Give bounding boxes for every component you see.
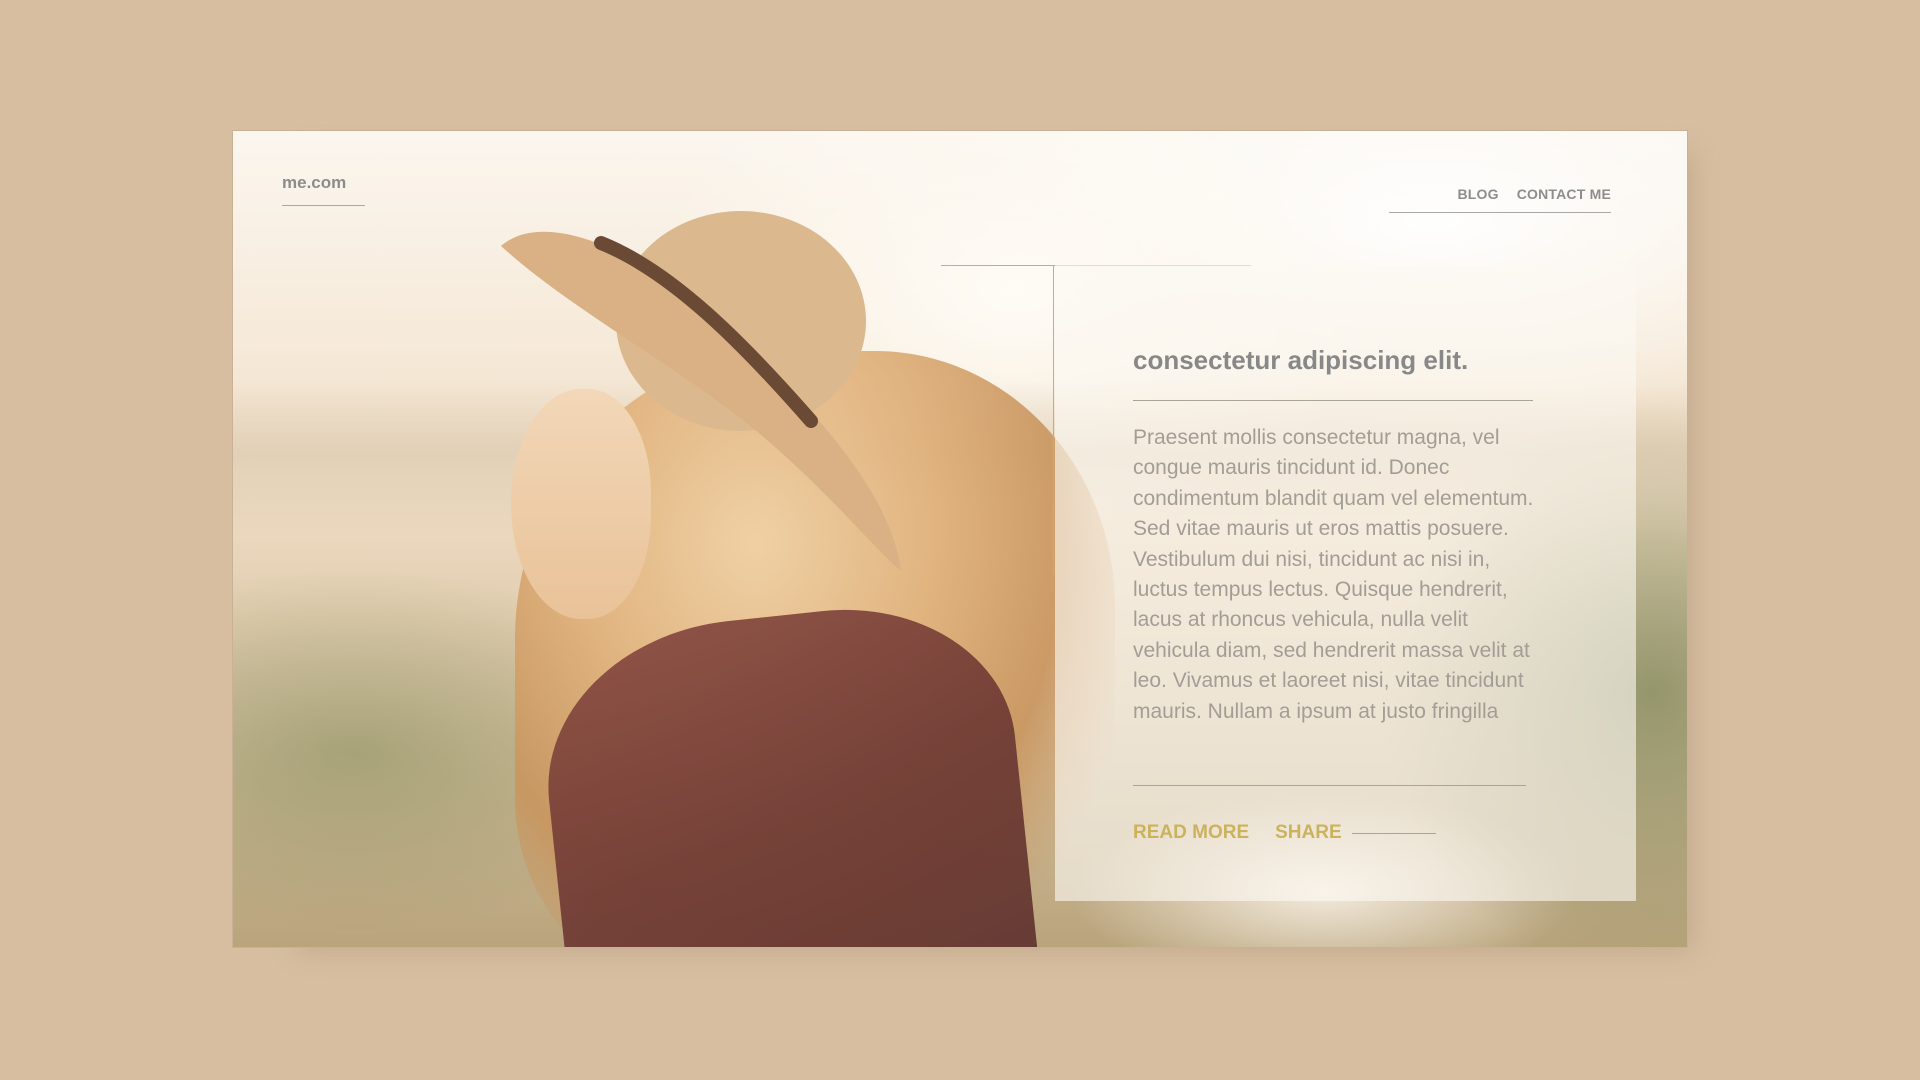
hero-card: me.com BLOG CONTACT ME consectetur adipi…: [232, 130, 1688, 948]
hat-illustration: [501, 211, 901, 571]
nav-blog-link[interactable]: BLOG: [1457, 186, 1498, 202]
article-body: Praesent mollis consectetur magna, vel c…: [1133, 426, 1534, 723]
share-link[interactable]: SHARE: [1275, 822, 1342, 844]
share-group: SHARE: [1275, 822, 1436, 844]
page: me.com BLOG CONTACT ME consectetur adipi…: [0, 0, 1920, 1080]
article-title: consectetur adipiscing elit.: [1133, 345, 1533, 401]
article-divider: [1133, 785, 1526, 786]
decorative-line-vertical: [1053, 265, 1054, 575]
share-underline: [1351, 832, 1436, 834]
read-more-link[interactable]: READ MORE: [1133, 822, 1249, 844]
article-actions: READ MORE SHARE: [1133, 822, 1436, 844]
article-panel: consectetur adipiscing elit. Praesent mo…: [1055, 265, 1636, 901]
brand-logo[interactable]: me.com: [282, 173, 365, 206]
nav-contact-link[interactable]: CONTACT ME: [1517, 186, 1611, 202]
top-nav: BLOG CONTACT ME: [1389, 186, 1611, 213]
photo-hat: [481, 171, 911, 641]
